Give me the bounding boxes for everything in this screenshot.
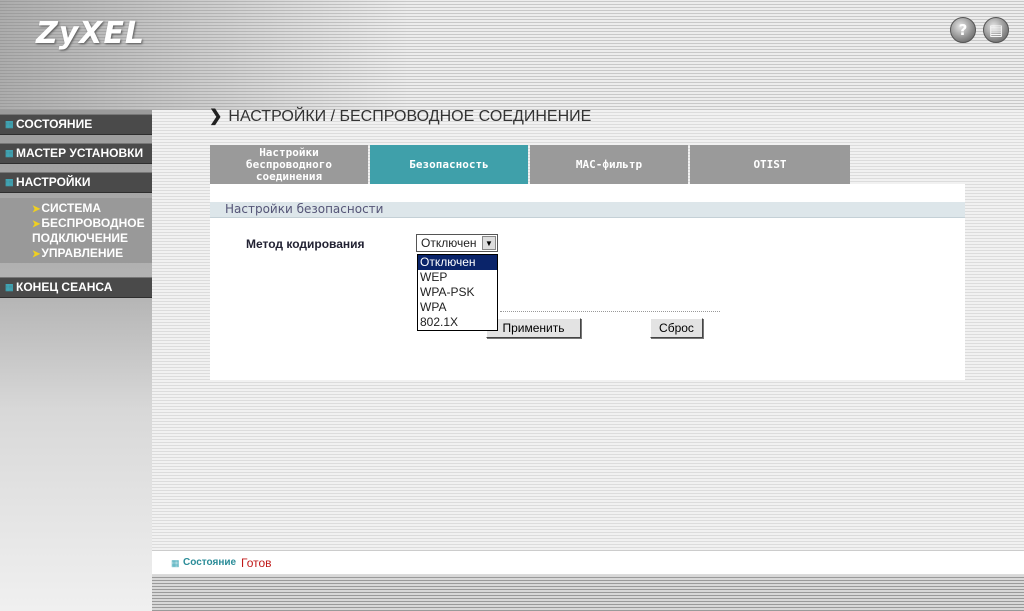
encoding-method-select[interactable]: Отключен ▼	[416, 234, 498, 252]
arrow-icon: ➤	[32, 249, 41, 260]
tab-label: MAC-фильтр	[575, 157, 643, 171]
sidebar-subitem-wireless-cont[interactable]: ПОДКЛЮЧЕНИЕ	[0, 231, 152, 246]
arrow-icon: ➤	[32, 219, 41, 230]
grid-bullet-icon: ▦	[5, 177, 14, 187]
tab-otist[interactable]: OTIST	[690, 145, 850, 184]
grid-bullet-icon: ▦	[5, 148, 14, 158]
tab-mac-filter[interactable]: MAC-фильтр	[530, 145, 688, 184]
status-label: Состояние	[183, 557, 237, 568]
apply-button[interactable]: Применить	[486, 318, 581, 338]
help-icon[interactable]: ?	[950, 17, 976, 43]
sidebar-item-label: НАСТРОЙКИ	[16, 175, 91, 189]
sidebar-item-label: МАСТЕР УСТАНОВКИ	[16, 146, 144, 160]
sidebar-subitem-management[interactable]: ➤УПРАВЛЕНИЕ	[0, 246, 152, 262]
encoding-method-dropdown: Отключен WEP WPA-PSK WPA 802.1X	[417, 254, 498, 331]
dropdown-option[interactable]: Отключен	[418, 255, 497, 270]
dropdown-option[interactable]: WEP	[418, 270, 497, 285]
sidebar-subitem-label: ПОДКЛЮЧЕНИЕ	[32, 231, 129, 245]
tab-wireless-settings[interactable]: Настройки беспроводного соединения	[210, 145, 368, 184]
status-bar: ▦ Состояние Готов	[152, 550, 1024, 574]
grid-bullet-icon: ▦	[5, 119, 14, 129]
tab-security[interactable]: Безопасность	[370, 145, 528, 184]
dropdown-option[interactable]: WPA	[418, 300, 497, 315]
divider	[500, 311, 720, 312]
sidebar-subitem-label: СИСТЕМА	[41, 201, 102, 215]
arrow-icon: ➤	[32, 204, 41, 215]
grid-bullet-icon: ▦	[5, 282, 14, 292]
tab-label: Безопасность	[409, 157, 489, 171]
sidebar-item-label: КОНЕЦ СЕАНСА	[16, 280, 113, 294]
tab-label-line: беспроводного	[245, 157, 333, 171]
chevron-right-icon: ❯	[209, 108, 223, 125]
encoding-method-label: Метод кодирования	[246, 237, 365, 251]
reset-button[interactable]: Сброс	[650, 318, 703, 338]
page-title-text: НАСТРОЙКИ / БЕСПРОВОДНОЕ СОЕДИНЕНИЕ	[228, 108, 592, 125]
sidebar-subitem-wireless[interactable]: ➤БЕСПРОВОДНОЕ	[0, 216, 152, 232]
sidebar-item-logout[interactable]: ▦ КОНЕЦ СЕАНСА	[0, 277, 152, 298]
chevron-down-icon[interactable]: ▼	[482, 236, 496, 250]
section-title: Настройки безопасности	[210, 202, 965, 218]
page-title: ❯ НАСТРОЙКИ / БЕСПРОВОДНОЕ СОЕДИНЕНИЕ	[209, 106, 591, 126]
sidebar: ▦ СОСТОЯНИЕ ▦ МАСТЕР УСТАНОВКИ ▦ НАСТРОЙ…	[0, 110, 152, 611]
footer-decoration	[152, 575, 1024, 611]
encoding-method-value: Отключен	[421, 236, 477, 250]
sidebar-subitem-system[interactable]: ➤СИСТЕМА	[0, 201, 152, 217]
tab-label: OTIST	[753, 157, 787, 171]
settings-submenu: ➤СИСТЕМА ➤БЕСПРОВОДНОЕ ПОДКЛЮЧЕНИЕ ➤УПРА…	[0, 198, 152, 263]
sidebar-subitem-label: БЕСПРОВОДНОЕ	[41, 216, 145, 230]
exit-icon[interactable]: ▤	[983, 17, 1009, 43]
sidebar-item-setup-wizard[interactable]: ▦ МАСТЕР УСТАНОВКИ	[0, 143, 152, 164]
sidebar-item-label: СОСТОЯНИЕ	[16, 117, 93, 131]
grid-bullet-icon: ▦	[171, 558, 180, 568]
header: ZyXEL ? ▤	[0, 0, 1024, 110]
sidebar-item-settings[interactable]: ▦ НАСТРОЙКИ	[0, 172, 152, 193]
tab-label-line: Настройки	[259, 145, 319, 159]
dropdown-option[interactable]: WPA-PSK	[418, 285, 497, 300]
sidebar-subitem-label: УПРАВЛЕНИЕ	[41, 246, 124, 260]
tab-label-line: соединения	[255, 169, 323, 183]
content-panel: Настройки безопасности Метод кодирования…	[210, 184, 965, 380]
zyxel-logo: ZyXEL	[36, 16, 146, 51]
dropdown-option[interactable]: 802.1X	[418, 315, 497, 330]
sidebar-item-status[interactable]: ▦ СОСТОЯНИЕ	[0, 114, 152, 135]
status-value: Готов	[241, 556, 272, 570]
